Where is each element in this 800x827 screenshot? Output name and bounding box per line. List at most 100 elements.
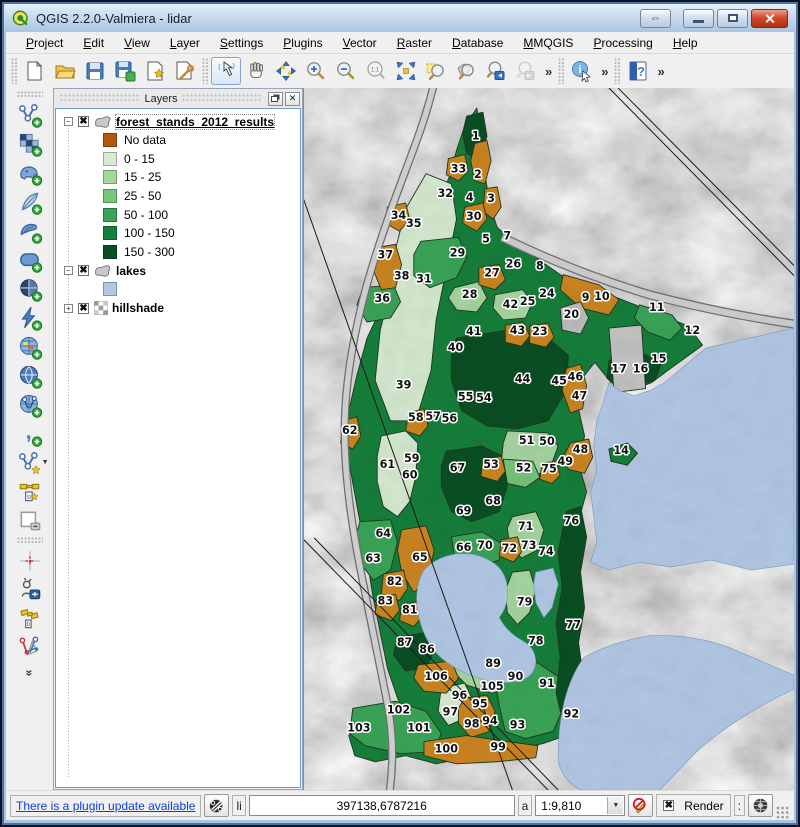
- window-resize-grip[interactable]: [776, 806, 790, 820]
- new-gpx-layer-button[interactable]: b: [15, 477, 45, 506]
- layer-row-hillshade[interactable]: + ✖ hillshade: [56, 299, 300, 318]
- legend-class-row[interactable]: 0 - 15: [56, 150, 300, 169]
- zoom-native-button[interactable]: 1:1: [361, 57, 391, 85]
- zoom-to-layer-button[interactable]: [451, 57, 481, 85]
- save-project-as-button[interactable]: [110, 57, 140, 85]
- add-postgis-layer-button[interactable]: [15, 158, 45, 187]
- menu-edit[interactable]: Edit: [73, 33, 114, 53]
- zoom-out-button[interactable]: [331, 57, 361, 85]
- menu-mmqgis[interactable]: MMQGIS: [513, 33, 583, 53]
- map-canvas[interactable]: 1234578910111214151617202324252627282930…: [303, 88, 794, 790]
- gps-tracking-button[interactable]: [15, 546, 45, 575]
- coordinate-display[interactable]: 397138,6787216: [249, 795, 515, 816]
- plugin-message-button[interactable]: [204, 794, 229, 817]
- panel-drag-texture[interactable]: [182, 94, 262, 103]
- render-checkbox[interactable]: ✖: [663, 800, 674, 811]
- zoom-next-button[interactable]: [511, 57, 541, 85]
- legend-class-row[interactable]: 25 - 50: [56, 187, 300, 206]
- layer-row-forest[interactable]: − ✖ forest_stands_2012_results: [56, 112, 300, 131]
- add-wfs-layer-button[interactable]: [15, 390, 45, 419]
- minimize-button[interactable]: [683, 9, 714, 28]
- add-delimited-text-layer-button[interactable]: ,: [15, 419, 45, 448]
- panel-close-button[interactable]: ✕: [285, 92, 300, 106]
- add-sqlanywhere-layer-button[interactable]: [15, 303, 45, 332]
- legend-class-row[interactable]: 50 - 100: [56, 205, 300, 224]
- layer-row-lakes[interactable]: − ✖ lakes: [56, 261, 300, 280]
- layer-name-forest[interactable]: forest_stands_2012_results: [116, 115, 274, 129]
- topology-checker-button[interactable]: [15, 633, 45, 662]
- add-oracle-layer-button[interactable]: [15, 245, 45, 274]
- legend-class-row[interactable]: 100 - 150: [56, 224, 300, 243]
- layer-name-hillshade[interactable]: hillshade: [112, 301, 164, 315]
- composer-manager-button[interactable]: [170, 57, 200, 85]
- add-wms-layer-button[interactable]: [15, 332, 45, 361]
- toolbar-grip[interactable]: [17, 91, 43, 98]
- menu-database[interactable]: Database: [442, 33, 513, 53]
- layer-checkbox[interactable]: ✖: [78, 303, 89, 314]
- add-mssql-layer-button[interactable]: [15, 216, 45, 245]
- help-button[interactable]: ?: [623, 57, 653, 85]
- toolbar-grip[interactable]: [614, 58, 621, 84]
- menu-vector[interactable]: Vector: [333, 33, 387, 53]
- new-project-button[interactable]: [20, 57, 50, 85]
- expand-icon[interactable]: +: [64, 304, 73, 313]
- pan-to-selection-button[interactable]: [271, 57, 301, 85]
- menu-view[interactable]: View: [114, 33, 160, 53]
- toolbar-overflow-icon[interactable]: »: [541, 64, 556, 79]
- add-vector-layer-button[interactable]: [15, 100, 45, 129]
- restore-button[interactable]: [717, 9, 748, 28]
- toolbar-overflow-icon[interactable]: »: [597, 64, 612, 79]
- new-shapefile-layer-button[interactable]: ▼: [15, 448, 45, 477]
- toolbar-overflow-down-icon[interactable]: »: [23, 670, 37, 677]
- annotation-tool-button[interactable]: [15, 575, 45, 604]
- add-db2-layer-button[interactable]: [15, 274, 45, 303]
- toolbar-grip[interactable]: [558, 58, 565, 84]
- open-project-button[interactable]: [50, 57, 80, 85]
- scale-combobox[interactable]: 1:9,810 ▼: [535, 795, 625, 816]
- layer-name-lakes[interactable]: lakes: [116, 264, 146, 278]
- zoom-last-button[interactable]: [481, 57, 511, 85]
- crs-status-button[interactable]: [748, 794, 773, 817]
- layers-panel-header[interactable]: Layers ✕: [54, 89, 302, 108]
- remove-layer-button[interactable]: [15, 506, 45, 535]
- menu-project[interactable]: Project: [16, 33, 73, 53]
- menu-layer[interactable]: Layer: [160, 33, 210, 53]
- menu-help[interactable]: Help: [663, 33, 708, 53]
- zoom-full-button[interactable]: [391, 57, 421, 85]
- touch-zoom-pan-button[interactable]: [211, 57, 241, 85]
- panel-drag-texture[interactable]: [60, 94, 140, 103]
- render-control[interactable]: ✖ Render: [656, 794, 730, 817]
- add-raster-layer-button[interactable]: [15, 129, 45, 158]
- lakes-symbol-row[interactable]: [56, 280, 300, 299]
- collapse-icon[interactable]: −: [64, 266, 73, 275]
- window-pin-button[interactable]: ⇔: [640, 9, 671, 28]
- toolbar-overflow-icon[interactable]: »: [653, 64, 668, 79]
- pan-map-button[interactable]: [241, 57, 271, 85]
- layer-checkbox[interactable]: ✖: [78, 116, 89, 127]
- panel-float-button[interactable]: [268, 92, 283, 106]
- zoom-in-button[interactable]: [301, 57, 331, 85]
- toolbar-grip[interactable]: [17, 537, 43, 544]
- dropdown-arrow-icon[interactable]: ▼: [42, 459, 49, 466]
- collapse-icon[interactable]: −: [64, 117, 73, 126]
- dropdown-arrow-icon[interactable]: ▼: [607, 797, 623, 814]
- legend-class-row[interactable]: No data: [56, 131, 300, 150]
- save-project-button[interactable]: [80, 57, 110, 85]
- new-print-composer-button[interactable]: [140, 57, 170, 85]
- menu-settings[interactable]: Settings: [210, 33, 273, 53]
- toolbar-grip[interactable]: [202, 58, 209, 84]
- stop-rendering-button[interactable]: [628, 794, 653, 817]
- identify-features-button[interactable]: i: [567, 57, 597, 85]
- gps-information-button[interactable]: b: [15, 604, 45, 633]
- menu-raster[interactable]: Raster: [387, 33, 442, 53]
- close-button[interactable]: [751, 9, 788, 28]
- add-spatialite-layer-button[interactable]: [15, 187, 45, 216]
- plugin-update-link[interactable]: There is a plugin update available: [10, 795, 201, 817]
- legend-class-row[interactable]: 15 - 25: [56, 168, 300, 187]
- layer-checkbox[interactable]: ✖: [78, 265, 89, 276]
- add-wcs-layer-button[interactable]: [15, 361, 45, 390]
- toolbar-grip[interactable]: [11, 58, 18, 84]
- zoom-to-selection-button[interactable]: [421, 57, 451, 85]
- menu-processing[interactable]: Processing: [583, 33, 662, 53]
- menu-plugins[interactable]: Plugins: [273, 33, 332, 53]
